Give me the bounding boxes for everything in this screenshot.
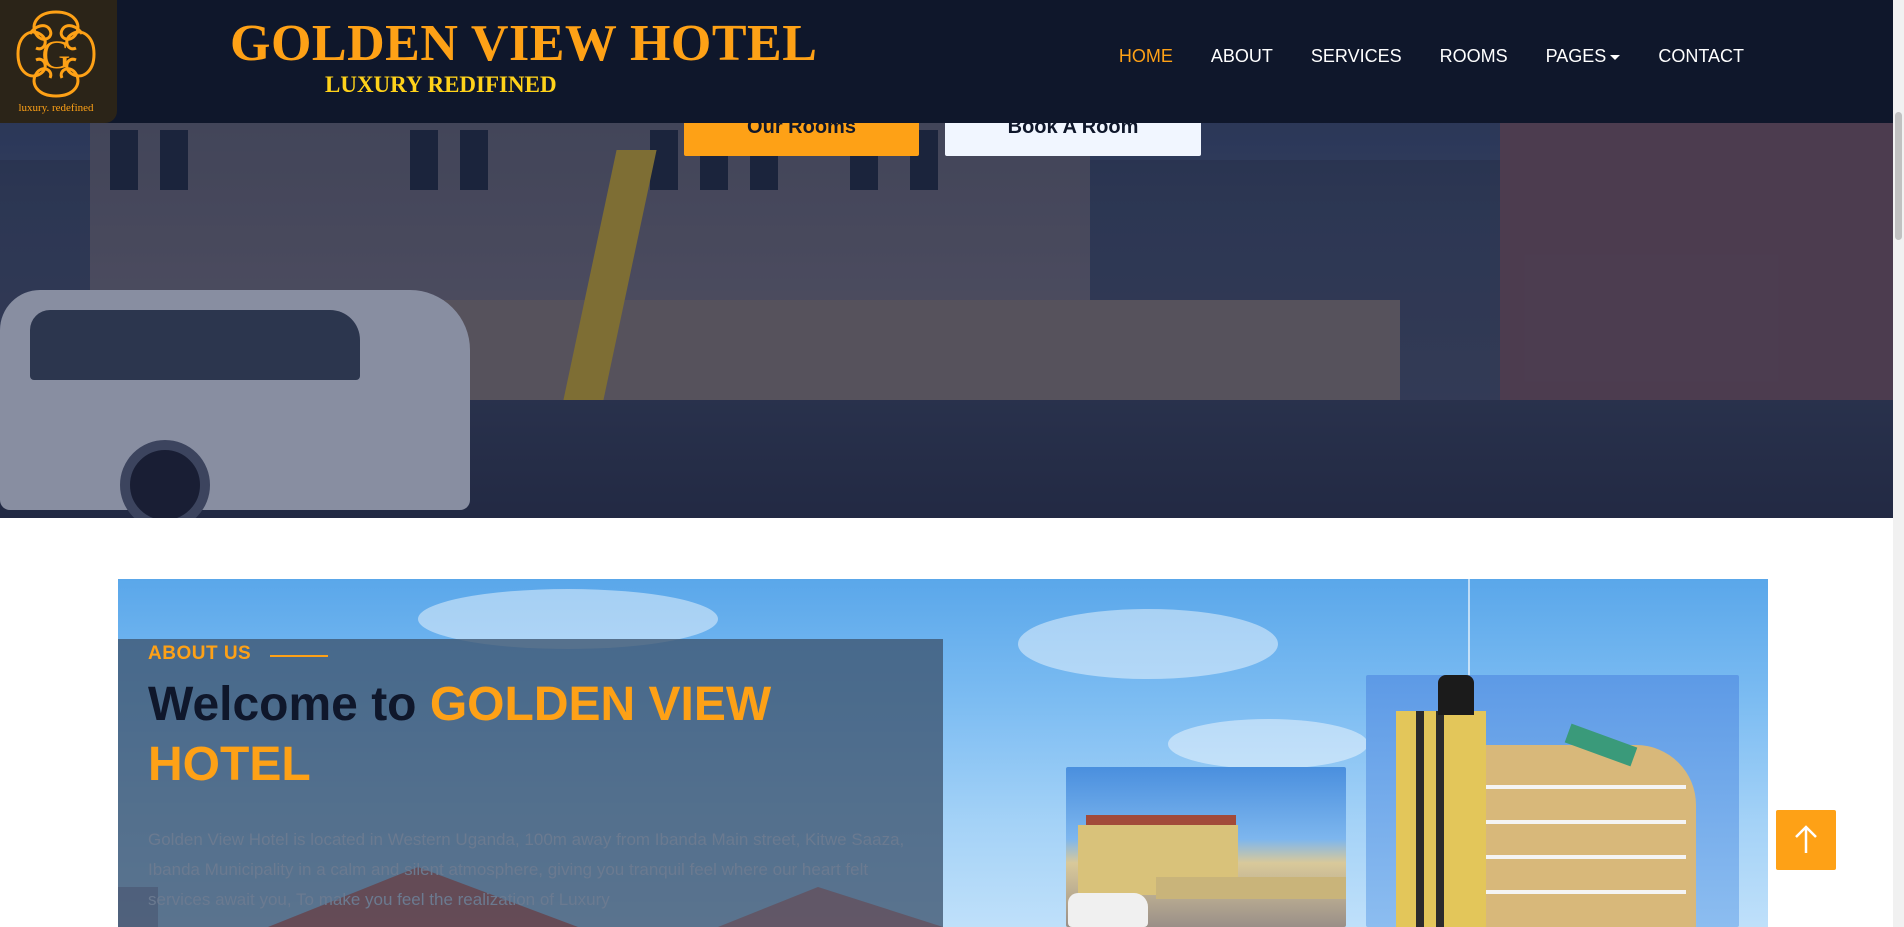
about-title-prefix: Welcome to xyxy=(148,678,430,731)
nav-services[interactable]: SERVICES xyxy=(1292,46,1421,67)
arrow-up-icon xyxy=(1795,825,1817,853)
nav-about[interactable]: ABOUT xyxy=(1192,46,1292,67)
page: Our Rooms Book A Room G luxury. redefine… xyxy=(0,0,1904,927)
nav-home[interactable]: HOME xyxy=(1100,46,1192,67)
main-nav: HOME ABOUT SERVICES ROOMS PAGES CONTACT xyxy=(1100,46,1763,67)
page-scrollbar[interactable] xyxy=(1893,0,1904,927)
about-section: ABOUT US Welcome to GOLDEN VIEW HOTEL Go… xyxy=(118,579,1768,927)
scrollbar-thumb[interactable] xyxy=(1895,112,1902,240)
about-text-panel: ABOUT US Welcome to GOLDEN VIEW HOTEL Go… xyxy=(118,639,943,927)
back-to-top-button[interactable] xyxy=(1776,810,1836,870)
nav-pages-dropdown[interactable]: PAGES xyxy=(1527,46,1640,67)
hotel-photo-small xyxy=(1066,767,1346,927)
about-label: ABOUT US xyxy=(148,643,252,664)
brand-tagline: LUXURY REDIFINED xyxy=(325,72,557,97)
nav-contact[interactable]: CONTACT xyxy=(1639,46,1763,67)
logo-tagline: luxury. redefined xyxy=(18,102,94,114)
about-label-line xyxy=(270,655,328,657)
cloud-shape xyxy=(1168,719,1368,769)
about-description: Golden View Hotel is located in Western … xyxy=(148,830,905,909)
caret-down-icon xyxy=(1610,54,1621,60)
ornate-g-logo-icon: G xyxy=(16,10,96,98)
about-title: Welcome to GOLDEN VIEW HOTEL xyxy=(148,675,928,795)
logo[interactable]: G luxury. redefined xyxy=(0,0,117,123)
brand-name[interactable]: GOLDEN VIEW HOTEL xyxy=(230,14,817,73)
hotel-photo-large xyxy=(1366,675,1739,927)
nav-pages-label: PAGES xyxy=(1545,46,1607,66)
cloud-shape xyxy=(1018,609,1278,679)
logo-letter: G xyxy=(42,32,71,77)
site-header: G luxury. redefined GOLDEN VIEW HOTEL LU… xyxy=(0,0,1893,123)
nav-rooms[interactable]: ROOMS xyxy=(1421,46,1527,67)
